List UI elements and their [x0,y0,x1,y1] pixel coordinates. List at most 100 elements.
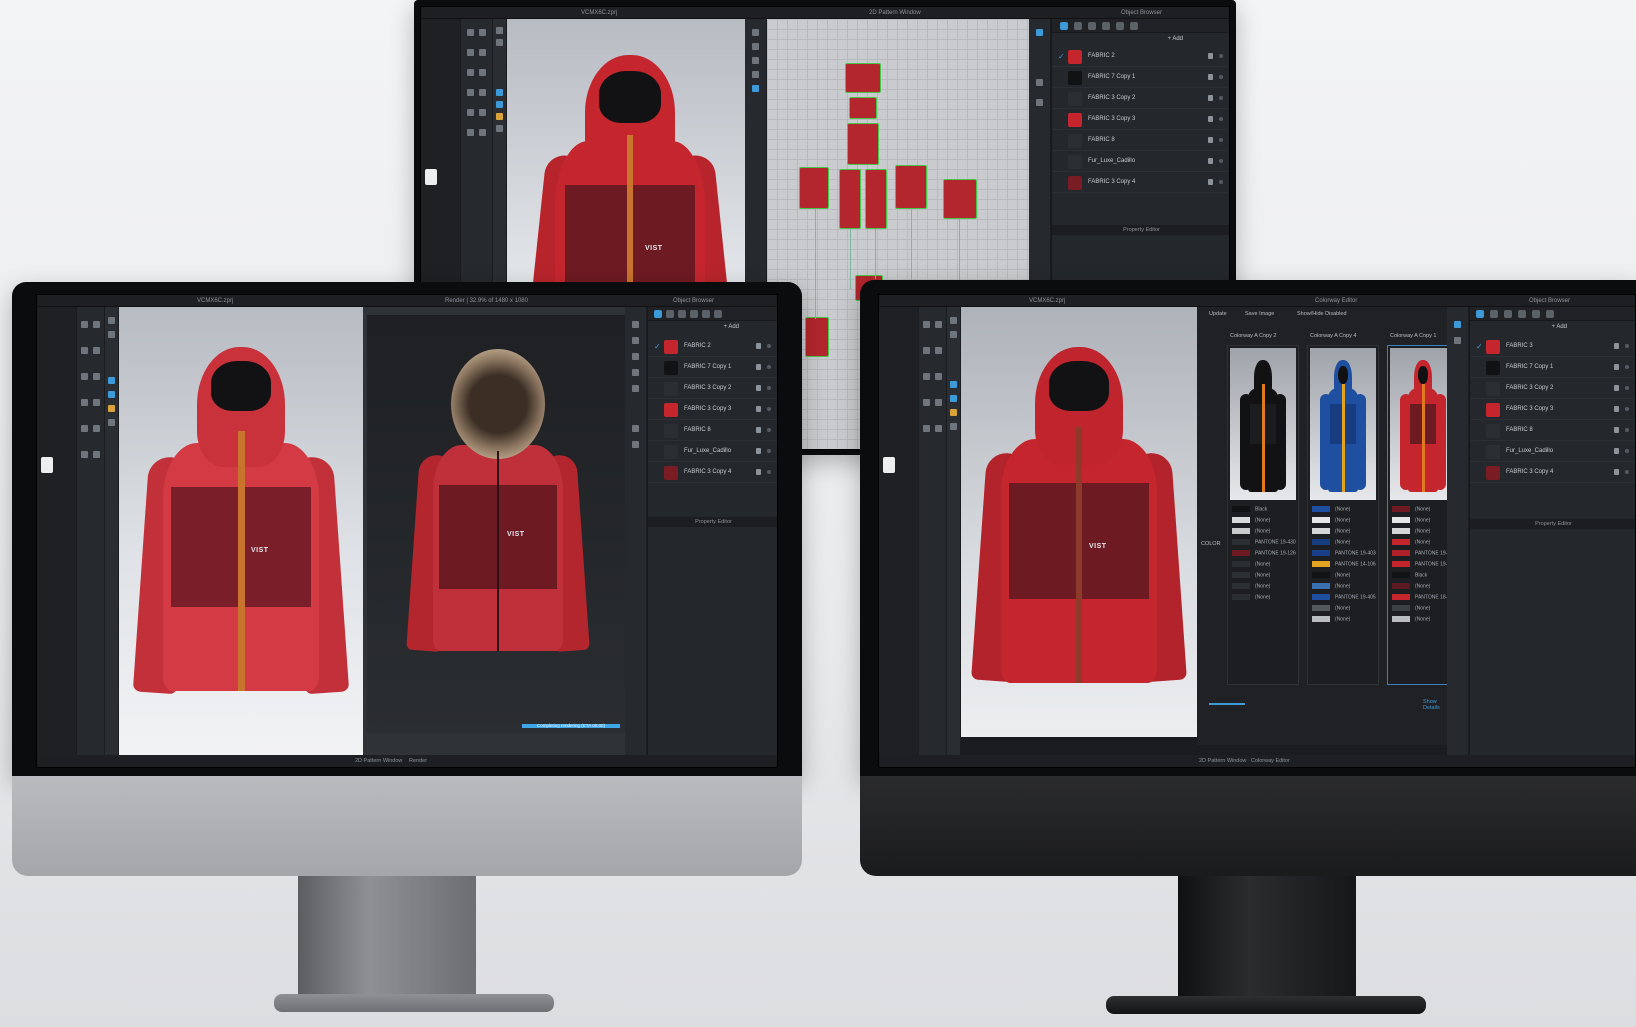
fabric-swatch[interactable] [1486,382,1500,396]
color-swatch[interactable] [1392,605,1410,611]
pattern-piece[interactable] [845,63,881,93]
fabric-list-item[interactable]: FABRIC 3 Copy 2 [648,379,777,399]
pattern-piece[interactable] [839,169,861,229]
move-tool-icon[interactable] [479,29,486,36]
colorway-color-row[interactable]: PANTONE 14-1064 TEX | Sau [1312,561,1376,571]
colorway-color-row[interactable]: PANTONE 19-4030 TEX | Blue [1312,550,1376,560]
fabric-swatch[interactable] [1486,466,1500,480]
seam-tool-icon[interactable] [467,109,474,116]
color-swatch[interactable] [1392,517,1410,523]
fabric-list-item[interactable]: FABRIC 3 Copy 4 [1052,173,1229,193]
color-swatch[interactable] [1312,517,1330,523]
color-swatch[interactable] [1392,506,1410,512]
fabric-swatch[interactable] [1068,176,1082,190]
color-swatch[interactable] [1312,605,1330,611]
color-swatch[interactable] [1392,583,1410,589]
color-swatch[interactable] [1232,528,1250,534]
fabric-list-item[interactable]: Fur_Luxe_Cadillo [1052,152,1229,172]
color-swatch[interactable] [1392,561,1410,567]
colorway-column[interactable]: Colorway A Copy 4 (None) (None) (None) (None… [1307,333,1379,685]
apply-fabric-icon[interactable] [1614,364,1619,370]
fabric-list-item[interactable]: FABRIC 3 Copy 4 [648,463,777,483]
view-mode-icon[interactable] [108,317,115,324]
shaded-view-icon[interactable] [108,331,115,338]
fabric-options-icon[interactable] [767,428,771,432]
apply-fabric-icon[interactable] [1614,427,1619,433]
move-tool-icon[interactable] [935,321,942,328]
colorway-color-row[interactable]: PANTONE 19-1260 TEX | Rub [1232,550,1296,560]
tab-2d-pattern-window[interactable]: 2D Pattern Window [355,755,402,767]
fabric-options-icon[interactable] [1625,449,1629,453]
browser-graphic-icon[interactable] [1036,99,1043,106]
lights-icon[interactable] [950,423,957,430]
buttonhole-tab-icon[interactable] [678,310,686,318]
render-queue-icon[interactable] [632,425,639,432]
button-tab-icon[interactable] [666,310,674,318]
simulation-icon[interactable] [950,381,957,388]
zoom-tool-icon[interactable] [467,49,474,56]
apply-fabric-icon[interactable] [1614,385,1619,391]
color-swatch[interactable] [1232,561,1250,567]
fold-tool-icon[interactable] [479,69,486,76]
colorway-color-row[interactable]: (None) [1312,517,1376,527]
fabric-list-item[interactable]: FABRIC 8 [648,421,777,441]
trim-tool-icon[interactable] [923,425,930,432]
fabric-list-item[interactable]: FABRIC 8 [1052,131,1229,151]
colorway-name[interactable]: Colorway A Copy 2 [1230,333,1276,339]
colorway-color-row[interactable]: (None) [1312,605,1376,615]
fabric-list-item[interactable]: FABRIC 3 Copy 3 [1470,400,1635,420]
fabric-list-item[interactable]: FABRIC 3 Copy 3 [648,400,777,420]
render-crop-icon[interactable] [632,441,639,448]
fabric-swatch[interactable] [1068,155,1082,169]
colorway-color-row[interactable]: (None) [1312,572,1376,582]
graphic-tab-icon[interactable] [702,310,710,318]
avatar-tool-icon[interactable] [467,129,474,136]
apply-fabric-icon[interactable] [1614,343,1619,349]
apply-fabric-icon[interactable] [1208,74,1213,80]
fabric-view-icon[interactable] [496,113,503,120]
render-view-icon[interactable] [108,391,115,398]
color-swatch[interactable] [1392,539,1410,545]
browser-fabric-icon[interactable] [1454,321,1461,328]
add-fabric-button[interactable]: + Add [1551,324,1567,330]
fabric-swatch[interactable] [1486,403,1500,417]
render-view-icon[interactable] [496,101,503,108]
color-swatch[interactable] [1312,550,1330,556]
color-swatch[interactable] [1232,539,1250,545]
buttonhole-tab-icon[interactable] [1088,22,1096,30]
fit-tool-icon[interactable] [479,129,486,136]
fabric-options-icon[interactable] [1625,365,1629,369]
color-swatch[interactable] [1232,572,1250,578]
apply-fabric-icon[interactable] [1614,448,1619,454]
fabric-options-icon[interactable] [1219,117,1223,121]
trim-tool-icon[interactable] [479,109,486,116]
pattern-texture-icon[interactable] [752,85,759,92]
fabric-swatch[interactable] [664,424,678,438]
fabric-options-icon[interactable] [1219,180,1223,184]
fabric-options-icon[interactable] [1219,96,1223,100]
fabric-swatch[interactable] [664,466,678,480]
apply-fabric-icon[interactable] [756,406,761,412]
colorway-thumbnail[interactable] [1230,348,1296,500]
fabric-options-icon[interactable] [1219,54,1223,58]
color-swatch[interactable] [1392,616,1410,622]
fabric-swatch[interactable] [664,340,678,354]
rotate-tool-icon[interactable] [935,347,942,354]
fabric-list-item[interactable]: FABRIC 3 Copy 2 [1470,379,1635,399]
colorway-color-row[interactable]: PANTONE 19-4052 TEX | Blu [1312,594,1376,604]
fabric-swatch[interactable] [664,361,678,375]
fabric-list-item[interactable]: Fur_Luxe_Cadillo [1470,442,1635,462]
pattern-piece[interactable] [847,123,879,165]
colorway-color-row[interactable]: (None) [1312,506,1376,516]
right-garment-thumbnail-icon[interactable] [883,457,895,473]
shaded-view-icon[interactable] [496,39,503,46]
apply-fabric-icon[interactable] [1208,179,1213,185]
fabric-options-icon[interactable] [767,365,771,369]
simulation-icon[interactable] [108,377,115,384]
apply-fabric-icon[interactable] [756,427,761,433]
fabric-swatch[interactable] [664,403,678,417]
fabric-swatch[interactable] [1486,445,1500,459]
colorway-color-row[interactable]: PANTONE 19-4302 TEX | Blac [1232,539,1296,549]
pattern-edit-icon[interactable] [752,43,759,50]
browser-button-icon[interactable] [1036,79,1043,86]
